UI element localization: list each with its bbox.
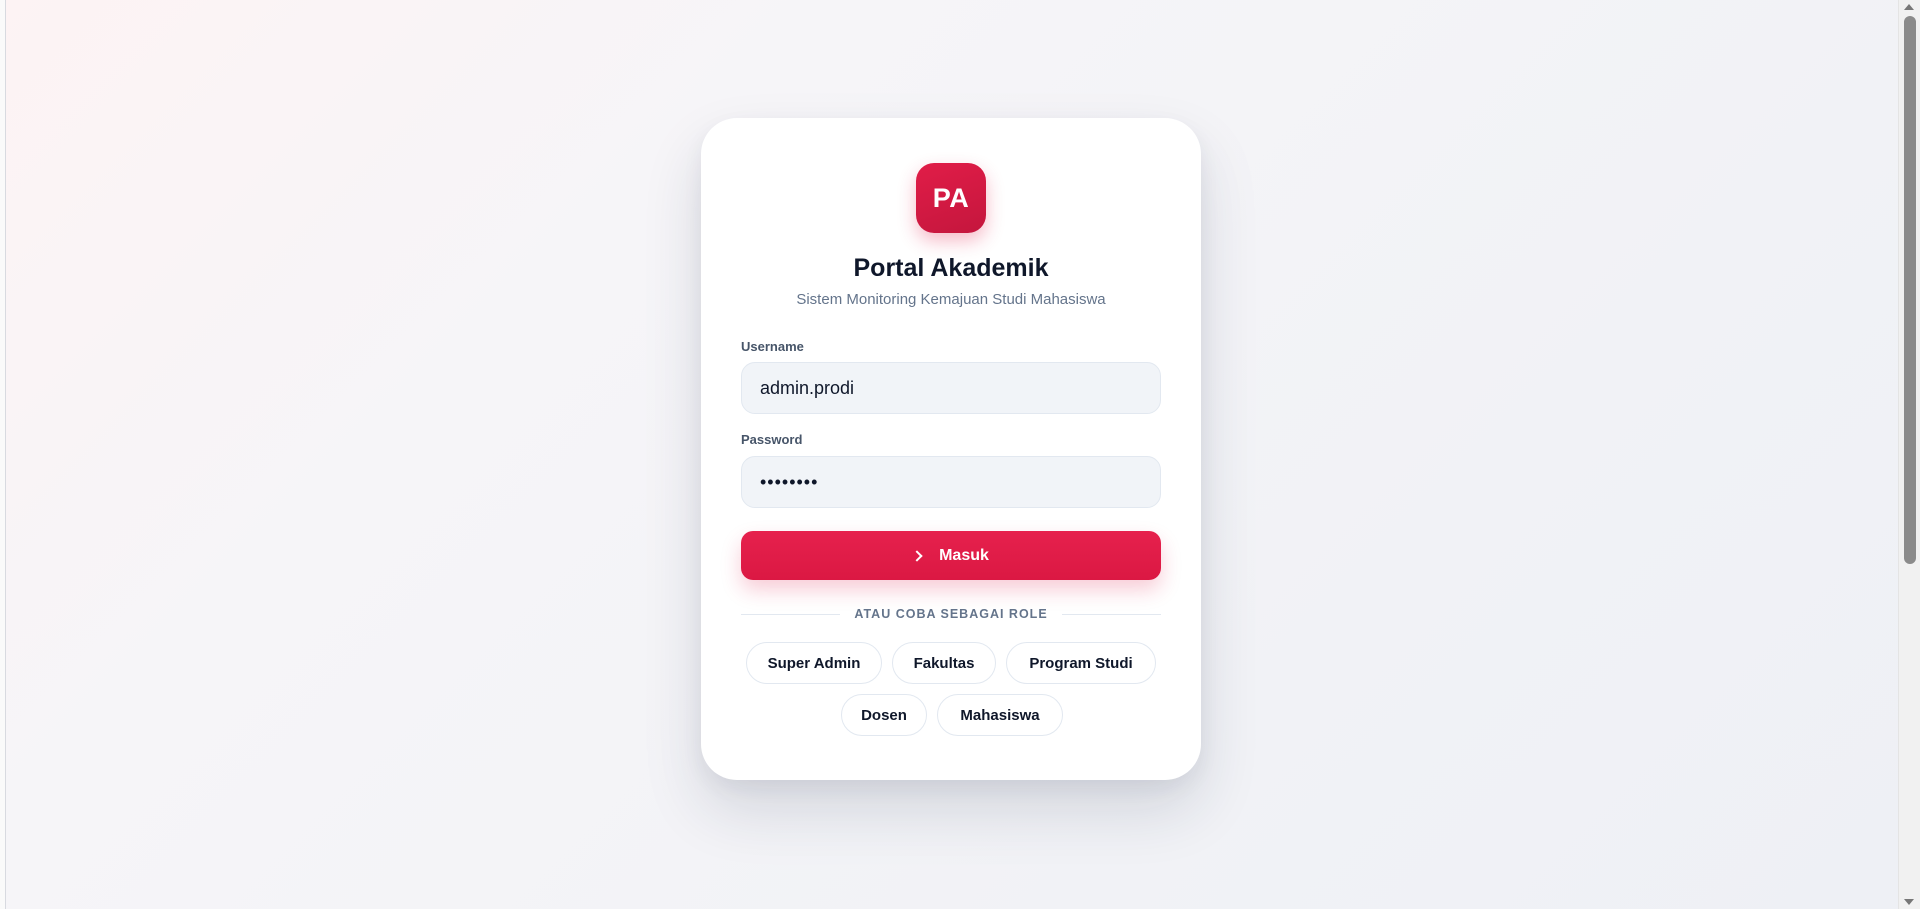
divider-line-left [741,613,841,615]
role-chip-program-studi[interactable]: Program Studi [1006,642,1156,684]
role-chip-super-admin[interactable]: Super Admin [746,642,882,684]
role-divider-text: ATAU COBA SEBAGAI ROLE [854,607,1048,621]
login-button-label: Masuk [939,546,989,564]
password-field[interactable]: •••••••• [741,456,1161,508]
scroll-thumb[interactable] [1904,16,1916,564]
login-button[interactable]: Masuk [741,531,1161,580]
divider-line-right [1061,613,1162,615]
window-left-edge [0,0,6,909]
username-field[interactable]: admin.prodi [741,362,1161,414]
role-chip-mahasiswa[interactable]: Mahasiswa [937,694,1063,736]
app-logo: PA [916,163,986,233]
page-scrollbar[interactable] [1898,0,1920,909]
role-divider: ATAU COBA SEBAGAI ROLE [741,606,1162,622]
chevron-right-icon [911,549,923,562]
page-subtitle: Sistem Monitoring Kemajuan Studi Mahasis… [796,291,1106,308]
role-chip-dosen[interactable]: Dosen [841,694,927,736]
page-title: Portal Akademik [853,254,1049,282]
username-label: Username [741,339,804,354]
role-chip-fakultas[interactable]: Fakultas [892,642,996,684]
scroll-up-icon[interactable] [1904,4,1914,10]
login-card: PA Portal Akademik Sistem Monitoring Kem… [701,118,1201,780]
scroll-down-icon[interactable] [1904,899,1914,905]
password-label: Password [741,432,803,447]
